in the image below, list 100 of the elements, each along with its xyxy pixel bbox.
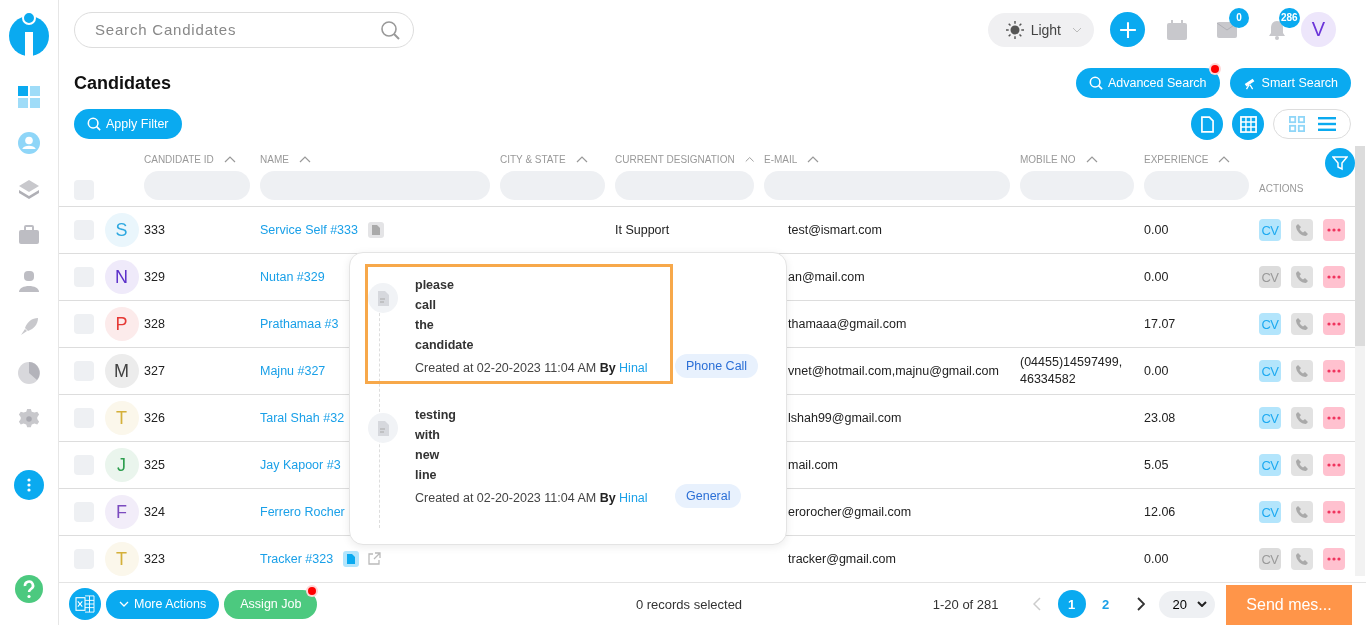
phone-icon[interactable] [1291, 501, 1313, 523]
column-header[interactable]: NAME [260, 154, 289, 165]
filter-button[interactable] [1325, 148, 1355, 178]
candidate-link[interactable]: Prathamaa #3 [260, 317, 339, 331]
candidate-link[interactable]: Nutan #329 [260, 270, 325, 284]
sort-icon[interactable] [298, 156, 311, 163]
sort-icon[interactable] [744, 156, 754, 163]
candidate-link[interactable]: Tracker #323 [260, 552, 334, 566]
apply-filter-button[interactable]: Apply Filter [74, 109, 182, 140]
layers-icon[interactable] [18, 178, 40, 200]
cv-button[interactable]: CV [1259, 454, 1281, 476]
note-card[interactable]: please call the candidate Created at 02-20-2023 11:04 AM By Hinal [365, 264, 673, 384]
list-view-icon[interactable] [1318, 116, 1336, 133]
cv-button[interactable]: CV [1259, 360, 1281, 382]
calendar-icon[interactable] [1167, 19, 1187, 40]
cv-button[interactable]: CV [1259, 219, 1281, 241]
user-avatar[interactable]: V [1301, 12, 1336, 48]
author-link[interactable]: Hinal [619, 491, 648, 505]
table-cell: 0.00 [1144, 223, 1169, 237]
more-options-icon[interactable] [1323, 219, 1345, 241]
cv-button[interactable]: CV [1259, 548, 1281, 570]
column-header[interactable]: CURRENT DESIGNATION [615, 154, 735, 165]
more-options-icon[interactable] [1323, 454, 1345, 476]
note-icon[interactable] [343, 551, 360, 567]
page-button[interactable]: 1 [1057, 590, 1086, 618]
note-tag: General [675, 484, 742, 508]
table-cell: 0.00 [1144, 270, 1169, 284]
next-page-icon[interactable] [1136, 597, 1145, 611]
note-icon[interactable] [368, 222, 384, 238]
smart-search-button[interactable]: Smart Search [1229, 68, 1351, 99]
phone-icon[interactable] [1291, 548, 1313, 570]
logo-icon[interactable] [9, 10, 49, 56]
assign-job-button[interactable]: Assign Job [224, 589, 318, 619]
phone-icon[interactable] [1291, 219, 1313, 241]
note-card[interactable]: testing with new line Created at 02-20-2023 11:04 AM By Hinal [365, 394, 673, 514]
briefcase-icon[interactable] [18, 224, 40, 246]
phone-icon[interactable] [1291, 360, 1313, 382]
sort-icon[interactable] [575, 156, 588, 163]
chevron-icon [1197, 601, 1207, 607]
author-link[interactable]: Hinal [619, 361, 648, 375]
excel-button[interactable] [69, 588, 101, 620]
phone-icon[interactable] [1291, 266, 1313, 288]
candidate-link[interactable]: Ferrero Rocher [260, 505, 345, 519]
help-icon[interactable] [15, 575, 43, 603]
previous-page-icon[interactable] [1032, 597, 1041, 611]
column-header[interactable]: CITY & STATE [500, 154, 566, 165]
bell-icon[interactable] [1267, 19, 1287, 40]
cv-button[interactable]: CV [1259, 313, 1281, 335]
more-actions-button[interactable]: More Actions [106, 589, 220, 619]
search-icon[interactable] [380, 19, 400, 40]
sort-icon[interactable] [807, 156, 820, 163]
user-icon[interactable] [18, 132, 40, 154]
more-options-icon[interactable] [1323, 501, 1345, 523]
scrollbar-thumb[interactable] [1355, 146, 1365, 346]
candidate-link[interactable]: Service Self #333 [260, 223, 358, 237]
cv-button[interactable]: CV [1259, 266, 1281, 288]
send-message-button[interactable]: Send mes... [1226, 585, 1352, 625]
settings-icon[interactable] [18, 408, 40, 430]
candidate-link[interactable]: Jay Kapoor #3 [260, 458, 341, 472]
more-options-icon[interactable] [1323, 407, 1345, 429]
column-header[interactable]: CANDIDATE ID [144, 154, 214, 165]
phone-icon[interactable] [1291, 454, 1313, 476]
mail-icon[interactable] [1217, 19, 1237, 40]
selection-count: 0 records selected [634, 596, 744, 612]
column-header[interactable]: MOBILE NO [1020, 154, 1076, 165]
search-icon [87, 117, 101, 132]
phone-icon[interactable] [1291, 313, 1313, 335]
record-range: 1-20 of 281 [932, 596, 999, 612]
chevron-icon [1072, 26, 1082, 33]
person-icon[interactable] [18, 270, 40, 292]
more-options-icon[interactable] [1323, 313, 1345, 335]
more-options-icon[interactable] [1323, 266, 1345, 288]
page-size-select[interactable]: 20 [1158, 590, 1215, 618]
search-field[interactable]: Search Candidates [74, 11, 414, 48]
external-link-icon[interactable] [367, 552, 382, 566]
sort-icon[interactable] [223, 156, 236, 163]
sort-icon[interactable] [1218, 156, 1231, 163]
table-cell: tracker@gmail.com [788, 552, 896, 566]
candidate-link[interactable]: Majnu #327 [260, 364, 326, 378]
vertical-dots-icon [27, 478, 31, 492]
cv-button[interactable]: CV [1259, 501, 1281, 523]
dashboard-icon[interactable] [18, 86, 40, 108]
more-options-icon[interactable] [1323, 548, 1345, 570]
note-text: please call the candidate [415, 277, 475, 354]
theme-dropdown[interactable]: Light [987, 12, 1094, 47]
cv-button[interactable]: CV [1259, 407, 1281, 429]
column-header[interactable]: E-MAIL [764, 154, 798, 165]
phone-icon[interactable] [1291, 407, 1313, 429]
table-button[interactable] [1232, 108, 1264, 141]
table-cell: lshah99@gmail.com [788, 411, 902, 425]
pie-chart-icon[interactable] [18, 362, 40, 384]
more-options-icon[interactable] [1323, 360, 1345, 382]
candidate-link[interactable]: Taral Shah #32 [260, 411, 345, 425]
add-button[interactable] [1110, 12, 1145, 48]
grid-view-icon[interactable] [1288, 116, 1306, 133]
column-header[interactable]: EXPERIENCE [1144, 154, 1209, 165]
document-button[interactable] [1191, 108, 1223, 141]
page-button[interactable]: 2 [1091, 590, 1120, 618]
sort-icon[interactable] [1085, 156, 1098, 163]
more-button[interactable] [14, 470, 44, 500]
